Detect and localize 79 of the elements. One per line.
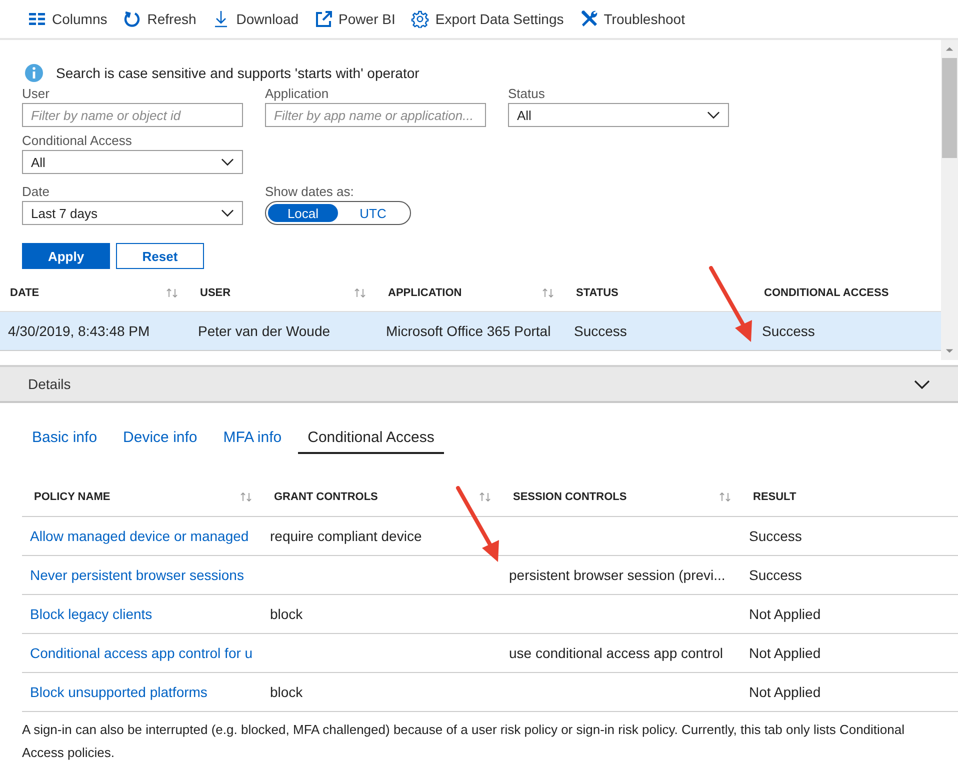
table-cell: block (270, 684, 303, 700)
table-cell: Success (749, 567, 802, 583)
date-dropdown[interactable]: Last 7 days (22, 201, 243, 225)
field-label: Application (265, 86, 329, 101)
details-bar[interactable]: Details (0, 365, 958, 403)
settings-icon (411, 10, 430, 28)
table-cell-text: Peter van der Woude (197, 323, 330, 339)
scroll-down-icon[interactable] (945, 348, 954, 354)
scroll-up-icon[interactable] (945, 46, 954, 52)
scrollbar-thumb[interactable] (942, 58, 957, 158)
status-dropdown[interactable]: All (508, 103, 729, 127)
toolbar-button[interactable]: Columns (22, 6, 114, 32)
column-header[interactable]: DATE (10, 287, 40, 299)
sort-icon[interactable] (719, 492, 731, 502)
sort-icon[interactable] (166, 288, 178, 298)
field-label: User (22, 86, 50, 101)
sign-in-row[interactable]: 4/30/2019, 8:43:48 PM Peter van der Woude Microsoft Office 365 Portal Success Success (0, 312, 941, 351)
column-header[interactable]: USER (200, 287, 231, 299)
table-cell: Not Applied (749, 606, 821, 622)
policy-link[interactable]: Block unsupported platforms (30, 684, 208, 700)
sort-icon[interactable] (240, 492, 252, 502)
external-link-icon (314, 10, 333, 28)
table-cell: persistent browser session (previ... (509, 567, 726, 583)
policy-link[interactable]: Block legacy clients (30, 606, 152, 622)
wrench-screwdriver-icon (580, 10, 598, 28)
table-cell: require compliant device (270, 528, 422, 544)
table-cell-text: Success (573, 323, 627, 339)
field-label: Conditional Access (22, 133, 132, 148)
tab[interactable]: Device info (113, 423, 208, 454)
sort-icon[interactable] (354, 288, 366, 298)
chevron-down-icon[interactable] (914, 380, 930, 388)
column-header[interactable]: STATUS (576, 287, 618, 299)
policy-link[interactable]: Never persistent browser sessions (30, 567, 244, 583)
info-icon (24, 63, 44, 83)
field-label: Status (508, 86, 545, 101)
field-label: Show dates as: (265, 184, 354, 199)
toolbar-button[interactable]: Troubleshoot (574, 6, 691, 32)
chevron-down-icon (707, 111, 720, 119)
toolbar-button[interactable]: Export Data Settings (405, 6, 570, 32)
refresh-icon (123, 10, 142, 28)
table-cell: Not Applied (749, 684, 821, 700)
column-header[interactable]: APPLICATION (388, 287, 462, 299)
table-cell: block (270, 606, 303, 622)
sort-icon[interactable] (479, 492, 491, 502)
apply-button[interactable]: Apply (22, 243, 110, 269)
tab[interactable]: Basic info (22, 423, 108, 454)
note-text: A sign-in can also be interrupted (e.g. blocked, MFA challenged) because of a user risk policy or sign-in risk policy. Currently, this tab only lists Conditional Access policies. (22, 721, 906, 762)
table-cell-text: Microsoft Office 365 Portal (385, 323, 551, 339)
toolbar-button[interactable]: Download (206, 6, 305, 32)
reset-button[interactable]: Reset (116, 243, 204, 269)
sort-icon[interactable] (542, 288, 554, 298)
column-header[interactable]: GRANT CONTROLS (274, 491, 378, 503)
chevron-down-icon (221, 209, 234, 217)
toolbar-button[interactable]: Refresh (117, 6, 202, 32)
chevron-down-icon (221, 158, 234, 166)
columns-icon (28, 10, 46, 28)
application-filter-field[interactable]: Filter by app name or application... (265, 103, 486, 127)
column-header[interactable]: CONDITIONAL ACCESS (764, 287, 889, 299)
user-filter-field[interactable]: Filter by name or object id (22, 103, 243, 127)
table-cell-text: 4/30/2019, 8:43:48 PM (7, 323, 150, 339)
toolbar-button[interactable]: Power BI (308, 6, 402, 32)
table-cell: Not Applied (749, 645, 821, 661)
policy-link[interactable]: Allow managed device or managed (30, 528, 249, 544)
tab[interactable]: Conditional Access (298, 423, 444, 454)
scrollbar[interactable] (941, 40, 958, 360)
date-format-option[interactable]: Local (268, 204, 338, 222)
column-header[interactable]: POLICY NAME (34, 491, 110, 503)
table-cell-text: Success (761, 323, 815, 339)
conditional-access-dropdown[interactable]: All (22, 150, 243, 174)
column-header[interactable]: SESSION CONTROLS (513, 491, 627, 503)
tab[interactable]: MFA info (213, 423, 292, 454)
table-cell: use conditional access app control (509, 645, 724, 661)
date-format-option[interactable]: UTC (338, 204, 408, 222)
policy-link[interactable]: Conditional access app control for u (30, 645, 253, 661)
field-label: Date (22, 184, 50, 199)
column-header[interactable]: RESULT (753, 491, 796, 503)
info-message: Search is case sensitive and supports 'starts with' operator (56, 65, 420, 81)
table-cell: Success (749, 528, 802, 544)
details-title: Details (28, 376, 71, 392)
